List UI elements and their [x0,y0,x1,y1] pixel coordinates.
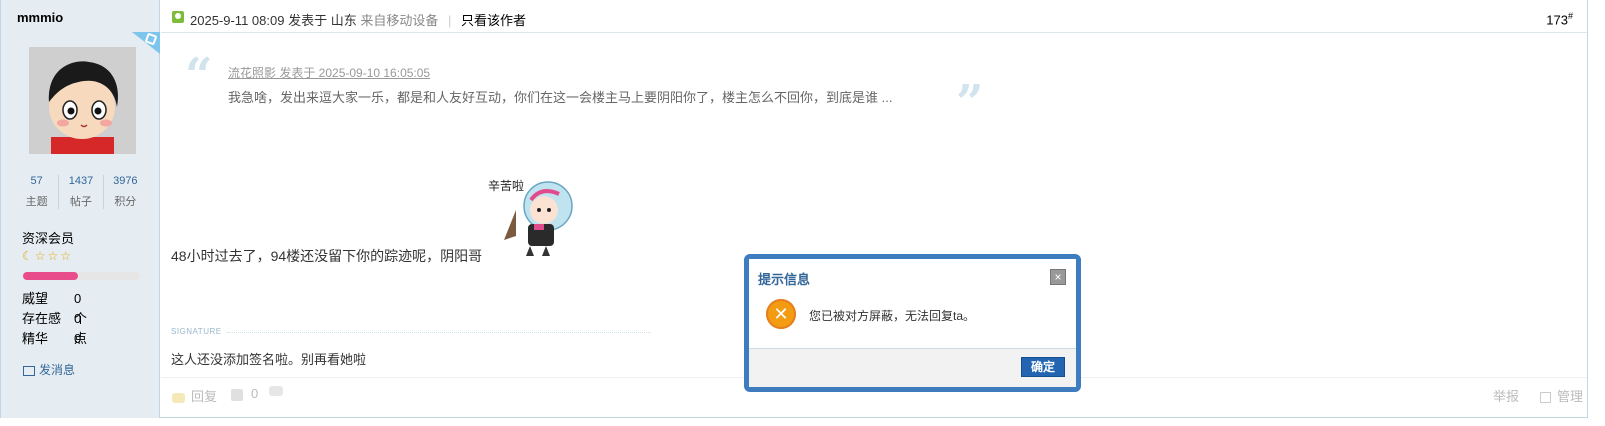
signature-label: SIGNATURE [171,327,222,336]
like-button[interactable]: 0 [231,386,258,401]
moon-icon: ☾ [22,249,33,263]
user-group[interactable]: 资深会员 [22,228,74,247]
star-icon: ☆ [47,249,59,263]
field-presence: 存在感 0 点 [22,311,88,346]
reply-button[interactable]: 回复 [172,386,217,405]
stat-topics[interactable]: 57 主题 [15,175,60,209]
star-icon: ☆ [60,249,72,263]
level-progress-fill [23,272,78,280]
floor-number[interactable]: 173# [1546,11,1573,27]
signature-text: 这人还没添加签名啦。别再看她啦 [171,352,367,367]
only-author-link[interactable]: 只看该作者 [461,13,526,28]
manage-link[interactable]: 管理 [1539,386,1583,405]
post-device: 来自移动设备 [360,13,439,28]
field-prestige: 威望 0 个 [22,291,88,326]
send-message-link[interactable]: 发消息 [23,361,75,378]
thumbs-up-icon [231,388,243,401]
envelope-icon [23,365,35,376]
sticker-caption: 辛苦啦 [488,178,524,193]
dialog-message: 您已被对方屏蔽，无法回复ta。 [809,309,976,323]
author-name[interactable]: mmmio [17,10,63,25]
star-icon: ☆ [34,249,46,263]
dialog-footer: 确定 [749,348,1076,387]
dialog-title: 提示信息 [758,272,811,287]
stat-points[interactable]: 3976 积分 [104,175,147,209]
report-link[interactable]: 举报 [1493,386,1519,405]
sticker-image: 辛苦啦 [486,170,578,260]
post-content: 48小时过去了，94楼还没留下你的踪迹呢，阴阳哥 [171,248,483,264]
online-status-icon [172,11,184,23]
rank-stars: ☾ ☆ ☆ ☆ [22,250,71,262]
divider: | [447,13,452,28]
quote-header[interactable]: 流花照影 发表于 2025-09-10 16:05:05 [228,64,430,81]
stat-posts[interactable]: 1437 帖子 [59,175,104,209]
quote-open-icon: “ [185,48,213,104]
post-location: 发表于 山东 [288,13,357,28]
post-meta: 2025-9-11 08:09 发表于 山东 来自移动设备 | 只看该作者 [190,10,526,29]
quote-close-icon: ” [956,75,984,131]
author-stats: 57 主题 1437 帖子 3976 积分 [15,175,147,209]
level-progress-bar [23,272,140,280]
reply-icon [172,392,185,403]
author-sidebar: mmmio 57 主题 1437 帖子 3976 积分 资深会员 ☾ ☆ ☆ ☆… [1,0,160,418]
error-icon: ✕ [766,299,796,329]
checkbox-icon[interactable] [1539,392,1551,404]
post-header: 2025-9-11 08:09 发表于 山东 来自移动设备 | 只看该作者 17… [161,0,1587,33]
quote-text: 我急啥，发出来逗大家一乐，都是和人友好互动，你们在这一会楼主马上要阴阳你了，楼主… [228,90,893,105]
field-digest: 精华 0 [22,331,82,346]
post-timestamp: 2025-9-11 08:09 [190,13,285,28]
alert-dialog: 提示信息 × ✕ 您已被对方屏蔽，无法回复ta。 确定 [744,254,1081,392]
confirm-button[interactable]: 确定 [1021,357,1065,377]
comment-icon[interactable] [269,386,283,396]
author-fields: 威望 0 个 存在感 0 点 精华 0 [22,289,88,349]
signature-divider [227,332,651,333]
avatar[interactable] [29,47,136,154]
dialog-body: 提示信息 × ✕ 您已被对方屏蔽，无法回复ta。 确定 [749,259,1076,387]
close-icon[interactable]: × [1050,269,1066,285]
